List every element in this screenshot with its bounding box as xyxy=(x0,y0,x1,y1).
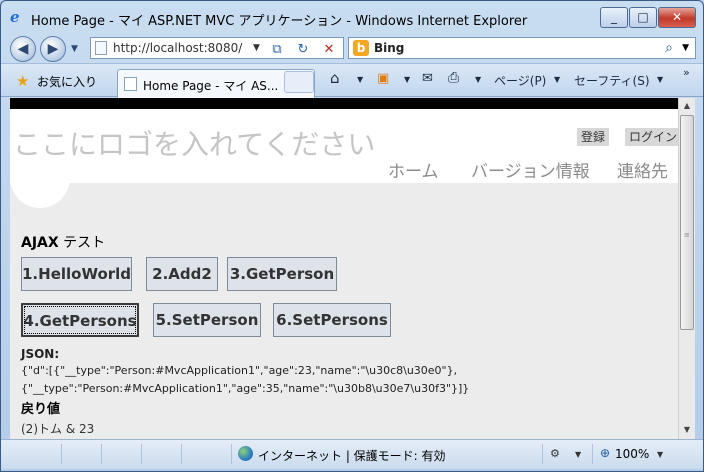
scroll-up-icon[interactable]: ▲ xyxy=(679,98,695,114)
json-label: JSON: xyxy=(21,347,60,361)
refresh-icon[interactable]: ↻ xyxy=(292,40,314,62)
print-dropdown-icon[interactable]: ▼ xyxy=(475,75,481,84)
search-icon[interactable]: ⌕ xyxy=(665,40,673,56)
minimize-button[interactable]: _ xyxy=(600,7,628,28)
zoom-icon[interactable]: ⊕ xyxy=(600,446,610,460)
url-dropdown-icon[interactable]: ▼ xyxy=(253,43,260,53)
favorites-button[interactable]: お気に入り xyxy=(37,73,97,90)
status-divider xyxy=(592,444,593,464)
bing-icon: b xyxy=(353,40,369,56)
search-field[interactable]: b Bing ⌕ ▼ xyxy=(348,37,696,59)
title-bar: e Home Page - マイ ASP.NET MVC アプリケーション - … xyxy=(1,1,703,35)
menu-home[interactable]: ホーム xyxy=(388,157,439,182)
print-icon[interactable]: ⎙ xyxy=(448,70,459,86)
page-content: ここにロゴを入れてください 登録 ログイン ホーム バージョン情報 連絡先 AJ… xyxy=(10,98,678,439)
return-value-label: 戻り値 xyxy=(21,402,61,417)
mail-icon[interactable]: ✉ xyxy=(422,71,433,86)
json-output-line: {"d":[{"__type":"Person:#MvcApplication1… xyxy=(21,364,458,377)
url-field[interactable]: http://localhost:8080/ ▼ ⧉ ↻ ✕ xyxy=(90,37,344,59)
tab-title: Home Page - マイ AS... xyxy=(143,79,279,93)
search-engine-name: Bing xyxy=(374,41,405,55)
new-tab-button[interactable] xyxy=(284,71,314,93)
back-button[interactable]: ◀ xyxy=(10,36,36,62)
close-button[interactable]: ✕ xyxy=(658,7,696,28)
header-top-bar xyxy=(10,98,678,109)
feeds-icon[interactable]: ▣ xyxy=(377,71,389,86)
page-icon xyxy=(124,77,137,91)
status-divider xyxy=(231,444,232,464)
json-output-line: {"__type":"Person:#MvcApplication1","age… xyxy=(21,382,470,395)
favorites-star-icon[interactable]: ★ xyxy=(16,72,29,90)
site-logo: ここにロゴを入れてください xyxy=(13,128,376,161)
add2-button[interactable]: 2.Add2 xyxy=(146,257,218,291)
ie-window: e Home Page - マイ ASP.NET MVC アプリケーション - … xyxy=(0,0,704,472)
maximize-button[interactable]: □ xyxy=(629,7,657,28)
set-person-button[interactable]: 5.SetPerson xyxy=(153,303,261,337)
internet-zone-icon xyxy=(238,446,253,461)
ajax-heading: AJAX テスト xyxy=(21,235,106,251)
home-icon[interactable]: ⌂ xyxy=(330,69,340,87)
header-curve xyxy=(10,178,70,208)
get-person-button[interactable]: 3.GetPerson xyxy=(227,257,337,291)
menu-about[interactable]: バージョン情報 xyxy=(471,157,590,182)
safety-menu-dropdown-icon[interactable]: ▼ xyxy=(657,75,663,84)
url-text: http://localhost:8080/ xyxy=(113,41,243,55)
favorites-bar: ★ お気に入り Home Page - マイ AS... ⌂ ▼ ▣ ▼ ✉ ⎙… xyxy=(1,63,703,98)
address-bar: ◀ ▶ ▼ http://localhost:8080/ ▼ ⧉ ↻ ✕ b B… xyxy=(1,35,703,63)
zoom-level[interactable]: 100% xyxy=(615,447,649,461)
page-menu[interactable]: ページ(P) xyxy=(494,72,546,89)
status-divider xyxy=(141,444,142,464)
feeds-dropdown-icon[interactable]: ▼ xyxy=(404,75,410,84)
set-persons-button[interactable]: 6.SetPersons xyxy=(273,303,391,337)
status-divider xyxy=(542,444,543,464)
ie-logo-icon: e xyxy=(10,8,20,26)
status-divider xyxy=(101,444,102,464)
history-dropdown-icon[interactable]: ▼ xyxy=(71,44,78,54)
window-title: Home Page - マイ ASP.NET MVC アプリケーション - Wi… xyxy=(31,14,528,29)
chevron-right-icon[interactable]: » xyxy=(683,66,690,79)
search-dropdown-icon[interactable]: ▼ xyxy=(682,43,689,53)
site-header: ここにロゴを入れてください 登録 ログイン ホーム バージョン情報 連絡先 xyxy=(10,109,678,183)
hello-world-button[interactable]: 1.HelloWorld xyxy=(21,257,132,291)
protected-mode-icon[interactable]: ⚙ xyxy=(550,447,560,460)
scroll-down-icon[interactable]: ▼ xyxy=(679,422,695,438)
page-icon xyxy=(95,41,107,55)
grip-icon: ≡ xyxy=(684,231,690,239)
menu-contact[interactable]: 連絡先 xyxy=(617,157,668,182)
register-link[interactable]: 登録 xyxy=(577,128,610,146)
scroll-thumb[interactable]: ≡ xyxy=(680,115,694,330)
forward-button[interactable]: ▶ xyxy=(40,36,66,62)
status-divider xyxy=(61,444,62,464)
status-divider xyxy=(181,444,182,464)
security-zone-text[interactable]: インターネット | 保護モード: 有効 xyxy=(258,447,446,464)
safety-menu[interactable]: セーフティ(S) xyxy=(574,72,650,89)
page-menu-dropdown-icon[interactable]: ▼ xyxy=(554,75,560,84)
protected-mode-dropdown-icon[interactable]: ▼ xyxy=(575,450,581,459)
compatibility-view-icon[interactable]: ⧉ xyxy=(266,40,288,62)
home-dropdown-icon[interactable]: ▼ xyxy=(357,75,363,84)
login-link[interactable]: ログイン xyxy=(625,128,678,146)
get-persons-button[interactable]: 4.GetPersons xyxy=(21,303,139,337)
zoom-dropdown-icon[interactable]: ▼ xyxy=(657,450,663,459)
stop-icon[interactable]: ✕ xyxy=(318,40,340,62)
status-bar: インターネット | 保護モード: 有効 ⚙ ▼ ⊕ 100% ▼ xyxy=(1,439,703,469)
vertical-scrollbar[interactable]: ▲ ≡ ▼ xyxy=(678,98,695,439)
return-value: (2)トム & 23 xyxy=(21,422,95,436)
